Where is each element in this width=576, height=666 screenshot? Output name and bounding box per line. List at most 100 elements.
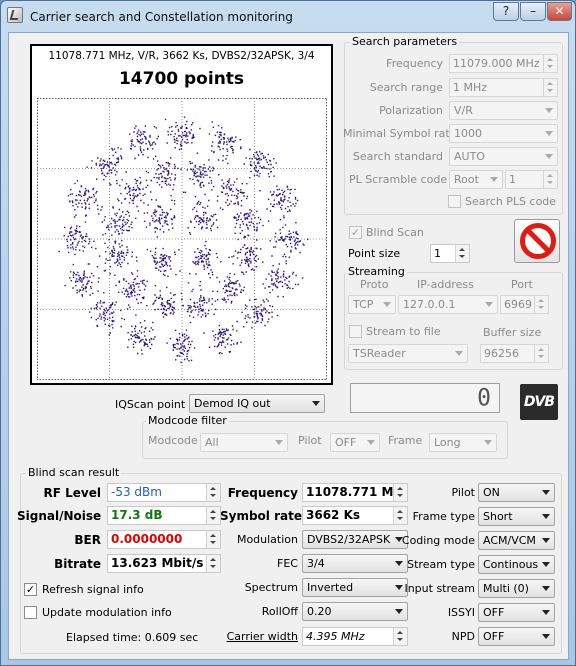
constellation-panel: 11078.771 MHz, V/R, 3662 Ks, DVBS2/32APS… bbox=[30, 44, 333, 385]
signal-noise-label: Signal/Noise bbox=[17, 509, 102, 523]
frame-filter-select[interactable]: Long bbox=[429, 433, 497, 452]
refresh-signal-checkbox[interactable]: ✓ bbox=[24, 583, 37, 596]
ip-address-label: IP-address bbox=[417, 278, 474, 291]
pilot-filter-label: Pilot bbox=[298, 434, 322, 447]
symbol-rate-field: 3662 Ks bbox=[302, 506, 408, 525]
min-symbol-rate-select[interactable]: 1000 bbox=[449, 124, 558, 143]
stream-to-file-label: Stream to file bbox=[366, 325, 441, 338]
proto-select[interactable]: TCP bbox=[348, 295, 396, 314]
constellation-plot bbox=[37, 98, 327, 380]
frequency-label: Frequency bbox=[386, 57, 443, 70]
iq-scan-select[interactable]: Demod IQ out bbox=[189, 394, 325, 413]
bitrate-field: 13.623 Mbit/s bbox=[107, 554, 221, 573]
rolloff-label: RollOff bbox=[261, 605, 298, 618]
modulation-select[interactable]: DVBS2/32APSK bbox=[302, 530, 408, 549]
frequency-result-label: Frequency bbox=[227, 486, 298, 500]
rf-level-field: -53 dBm bbox=[107, 483, 221, 502]
pl-scramble-type-select[interactable]: Root bbox=[449, 170, 503, 189]
fec-label: FEC bbox=[277, 557, 298, 570]
frequency-result-field: 11078.771 MHz bbox=[302, 483, 408, 502]
rolloff-select[interactable]: 0.20 bbox=[302, 602, 408, 621]
pilot-result-select[interactable]: ON bbox=[478, 483, 555, 502]
point-size-label: Point size bbox=[348, 247, 401, 260]
elapsed-time: Elapsed time: 0.609 sec bbox=[66, 631, 199, 644]
app-window: Carrier search and Constellation monitor… bbox=[0, 0, 576, 666]
search-pls-checkbox[interactable] bbox=[448, 195, 461, 208]
bitrate-label: Bitrate bbox=[54, 557, 101, 571]
symbol-rate-label: Symbol rate bbox=[220, 509, 302, 523]
frame-filter-label: Frame bbox=[388, 434, 423, 447]
search-pls-label: Search PLS code bbox=[465, 195, 557, 208]
input-stream-label: Input stream bbox=[404, 582, 475, 595]
search-params-title: Search parameters bbox=[350, 35, 460, 48]
fec-select[interactable]: 3/4 bbox=[302, 554, 408, 573]
stream-app-select[interactable]: TSReader bbox=[348, 344, 468, 363]
stream-type-select[interactable]: Continous bbox=[478, 555, 555, 574]
search-range-input[interactable]: 1 MHz bbox=[449, 78, 558, 97]
frequency-input[interactable]: 11079.000 MHz bbox=[449, 54, 558, 73]
counter-value: 0 bbox=[477, 384, 491, 412]
frame-type-select[interactable]: Short bbox=[478, 507, 555, 526]
search-standard-select[interactable]: AUTO bbox=[449, 147, 558, 166]
buffer-size-input[interactable]: 96256 bbox=[480, 344, 549, 363]
pl-scramble-code-input[interactable]: 1 bbox=[505, 170, 558, 189]
point-size-input[interactable]: 1 bbox=[430, 244, 470, 263]
npd-select[interactable]: OFF bbox=[478, 627, 555, 646]
port-label: Port bbox=[511, 278, 533, 291]
npd-label: NPD bbox=[451, 630, 475, 643]
coding-mode-label: Coding mode bbox=[401, 534, 475, 547]
blind-scan-checkbox[interactable]: ✓ bbox=[349, 226, 362, 239]
carrier-width-label[interactable]: Carrier width bbox=[220, 630, 298, 643]
stop-button[interactable] bbox=[514, 219, 560, 263]
frame-type-label: Frame type bbox=[412, 510, 475, 523]
help-button[interactable]: ? bbox=[493, 2, 519, 21]
pilot-filter-select[interactable]: OFF bbox=[330, 433, 380, 452]
rf-level-label: RF Level bbox=[43, 486, 101, 500]
spectrum-select[interactable]: Inverted bbox=[302, 578, 408, 597]
min-symbol-rate-label: Minimal Symbol rate bbox=[343, 127, 457, 140]
update-modulation-label: Update modulation info bbox=[42, 606, 172, 619]
buffer-size-label: Buffer size bbox=[483, 326, 542, 339]
signal-noise-field: 17.3 dB bbox=[107, 506, 221, 525]
counter-display: 0 bbox=[350, 383, 500, 413]
polarization-label: Polarization bbox=[379, 104, 443, 117]
refresh-signal-label: Refresh signal info bbox=[42, 583, 144, 596]
spectrum-label: Spectrum bbox=[244, 581, 298, 594]
carrier-width-field: 4.395 MHz bbox=[302, 627, 408, 646]
blind-scan-result-title: Blind scan result bbox=[26, 466, 122, 479]
no-entry-icon bbox=[520, 223, 556, 259]
title-bar: Carrier search and Constellation monitor… bbox=[1, 1, 575, 32]
client-area: 11078.771 MHz, V/R, 3662 Ks, DVBS2/32APS… bbox=[8, 32, 569, 660]
update-modulation-checkbox[interactable] bbox=[24, 606, 37, 619]
modcode-filter-title: Modcode filter bbox=[146, 414, 229, 427]
pilot-result-label: Pilot bbox=[451, 486, 475, 499]
issyi-label: ISSYI bbox=[447, 606, 475, 619]
dvb-logo: DVB bbox=[520, 384, 558, 420]
pl-scramble-label: PL Scramble code bbox=[349, 173, 448, 186]
ip-address-select[interactable]: 127.0.0.1 bbox=[398, 295, 498, 314]
search-standard-label: Search standard bbox=[352, 150, 443, 163]
issyi-select[interactable]: OFF bbox=[478, 603, 555, 622]
modcode-label: Modcode bbox=[148, 434, 198, 447]
constellation-info: 11078.771 MHz, V/R, 3662 Ks, DVBS2/32APS… bbox=[48, 50, 315, 62]
close-button[interactable]: ✕ bbox=[547, 2, 572, 21]
ber-field: 0.0000000 bbox=[107, 530, 221, 549]
iq-scan-label: IQScan point bbox=[115, 398, 186, 411]
port-input[interactable]: 6969 bbox=[500, 295, 549, 314]
coding-mode-select[interactable]: ACM/VCM bbox=[478, 531, 555, 550]
polarization-select[interactable]: V/R bbox=[449, 101, 558, 120]
modulation-label: Modulation bbox=[236, 533, 298, 546]
dvb-logo-text: DVB bbox=[523, 394, 555, 410]
window-title: Carrier search and Constellation monitor… bbox=[30, 10, 293, 24]
app-icon bbox=[7, 7, 23, 23]
streaming-title: Streaming bbox=[346, 265, 407, 278]
search-range-label: Search range bbox=[369, 81, 443, 94]
stream-type-label: Stream type bbox=[407, 558, 475, 571]
stream-to-file-checkbox[interactable] bbox=[349, 325, 362, 338]
blind-scan-label: Blind Scan bbox=[366, 226, 424, 239]
points-count: 14700 points bbox=[118, 69, 245, 89]
input-stream-select[interactable]: Multi (0) bbox=[478, 579, 555, 598]
modcode-select[interactable]: All bbox=[200, 433, 288, 452]
minimize-button[interactable]: – bbox=[520, 2, 546, 21]
proto-label: Proto bbox=[360, 278, 389, 291]
